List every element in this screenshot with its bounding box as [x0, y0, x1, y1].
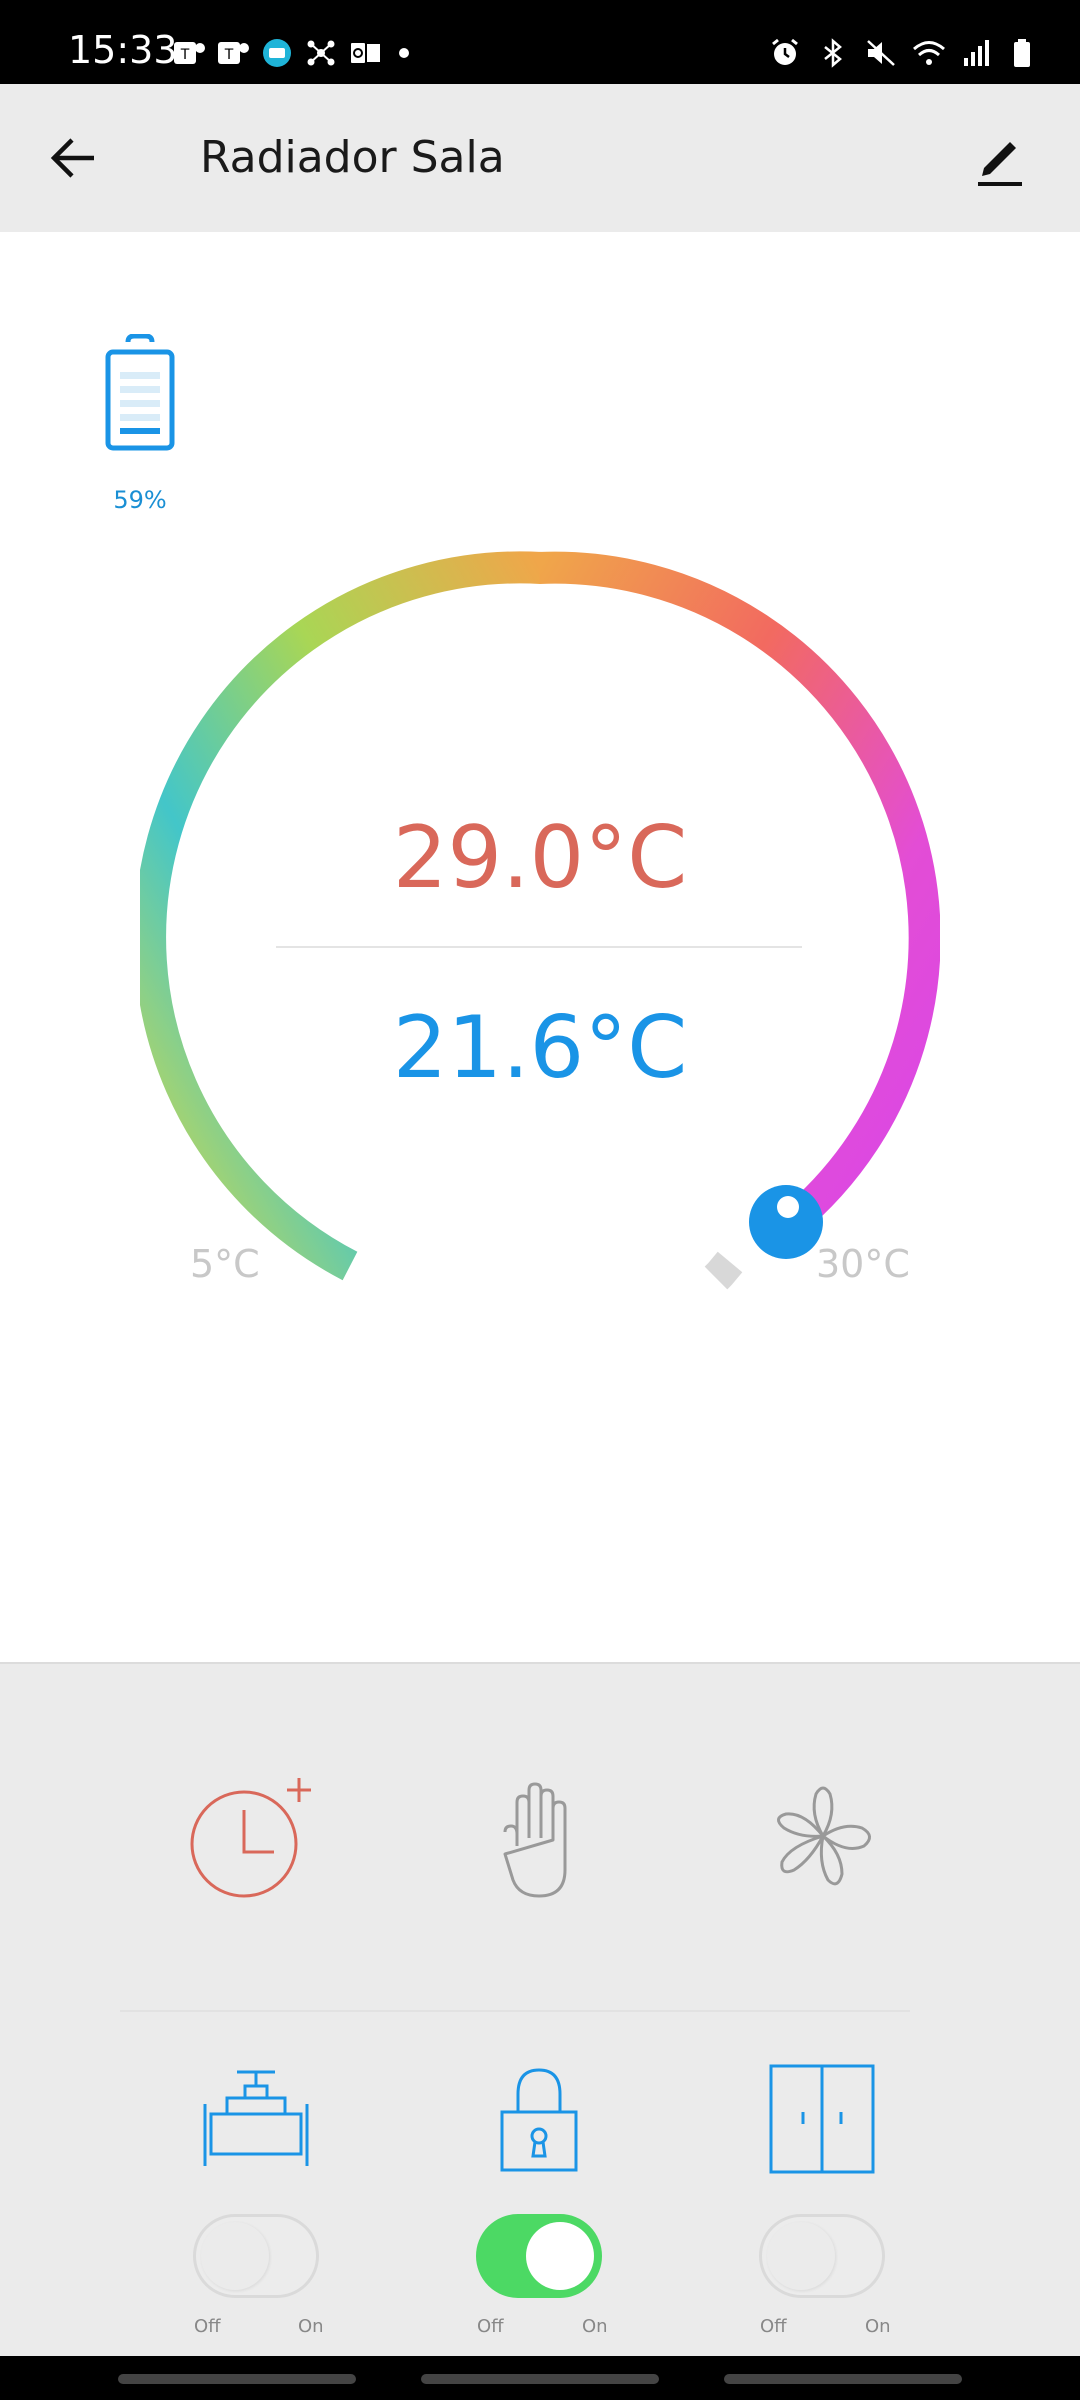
teams-icon: T [218, 42, 249, 64]
lock-icon [500, 2068, 578, 2172]
toggle-knob [201, 2222, 269, 2290]
current-temperature: 21.6°C [392, 998, 688, 1098]
arrow-back-icon[interactable] [44, 128, 104, 188]
dial-divider [276, 946, 802, 948]
app-bar: Radiador Sala [0, 84, 1080, 232]
bluetooth-icon [824, 38, 842, 68]
flower-icon[interactable] [758, 1774, 888, 1904]
dial-track-inactive [704, 1251, 743, 1290]
temperature-dial[interactable] [140, 548, 940, 1308]
alarm-icon [772, 38, 798, 65]
system-icons [768, 38, 1042, 68]
valve-toggle[interactable] [193, 2214, 319, 2298]
lock-off-label: Off [477, 2316, 504, 2337]
clock-plus-icon[interactable] [182, 1774, 312, 1904]
valve-off-label: Off [194, 2316, 221, 2337]
mute-icon [867, 40, 895, 66]
battery-percentage: 59% [113, 486, 167, 514]
notification-icons: T T [172, 38, 426, 68]
nav-back-button[interactable] [724, 2374, 962, 2384]
svg-text:T: T [180, 47, 190, 63]
dial-max-label: 30°C [816, 1242, 910, 1286]
dial-min-label: 5°C [190, 1242, 260, 1286]
status-time: 15:33 [68, 28, 178, 72]
window-toggle[interactable] [759, 2214, 885, 2298]
battery-icon [1014, 39, 1030, 67]
dial-knob[interactable] [749, 1185, 823, 1259]
child-lock-toggle[interactable] [476, 2214, 602, 2298]
window-off-label: Off [760, 2316, 787, 2337]
nav-recents-button[interactable] [118, 2374, 356, 2384]
navigation-bar [0, 2356, 1080, 2400]
network-icon [307, 40, 335, 66]
page-title: Radiador Sala [200, 132, 505, 183]
setpoint-temperature: 29.0°C [392, 808, 688, 908]
dot-icon [399, 48, 409, 58]
outlook-icon [349, 41, 380, 65]
edit-pencil-icon[interactable] [970, 128, 1030, 188]
nav-home-button[interactable] [421, 2374, 659, 2384]
svg-text:T: T [224, 47, 234, 63]
window-on-label: On [865, 2316, 891, 2337]
valve-on-label: On [298, 2316, 324, 2337]
teams-icon: T [174, 42, 205, 64]
vpn-badge-icon [263, 39, 291, 67]
wifi-icon [913, 41, 945, 65]
status-bar: 15:33 T T [0, 0, 1080, 84]
panel-divider [120, 2010, 910, 2012]
dial-arc-cold [140, 551, 542, 1281]
window-icon [769, 2064, 875, 2174]
toggle-knob [526, 2222, 594, 2290]
device-battery-icon [105, 334, 175, 451]
hand-icon[interactable] [475, 1774, 605, 1904]
signal-icon [964, 40, 989, 66]
toggle-knob [767, 2222, 835, 2290]
lock-on-label: On [582, 2316, 608, 2337]
valve-icon [203, 2070, 309, 2166]
